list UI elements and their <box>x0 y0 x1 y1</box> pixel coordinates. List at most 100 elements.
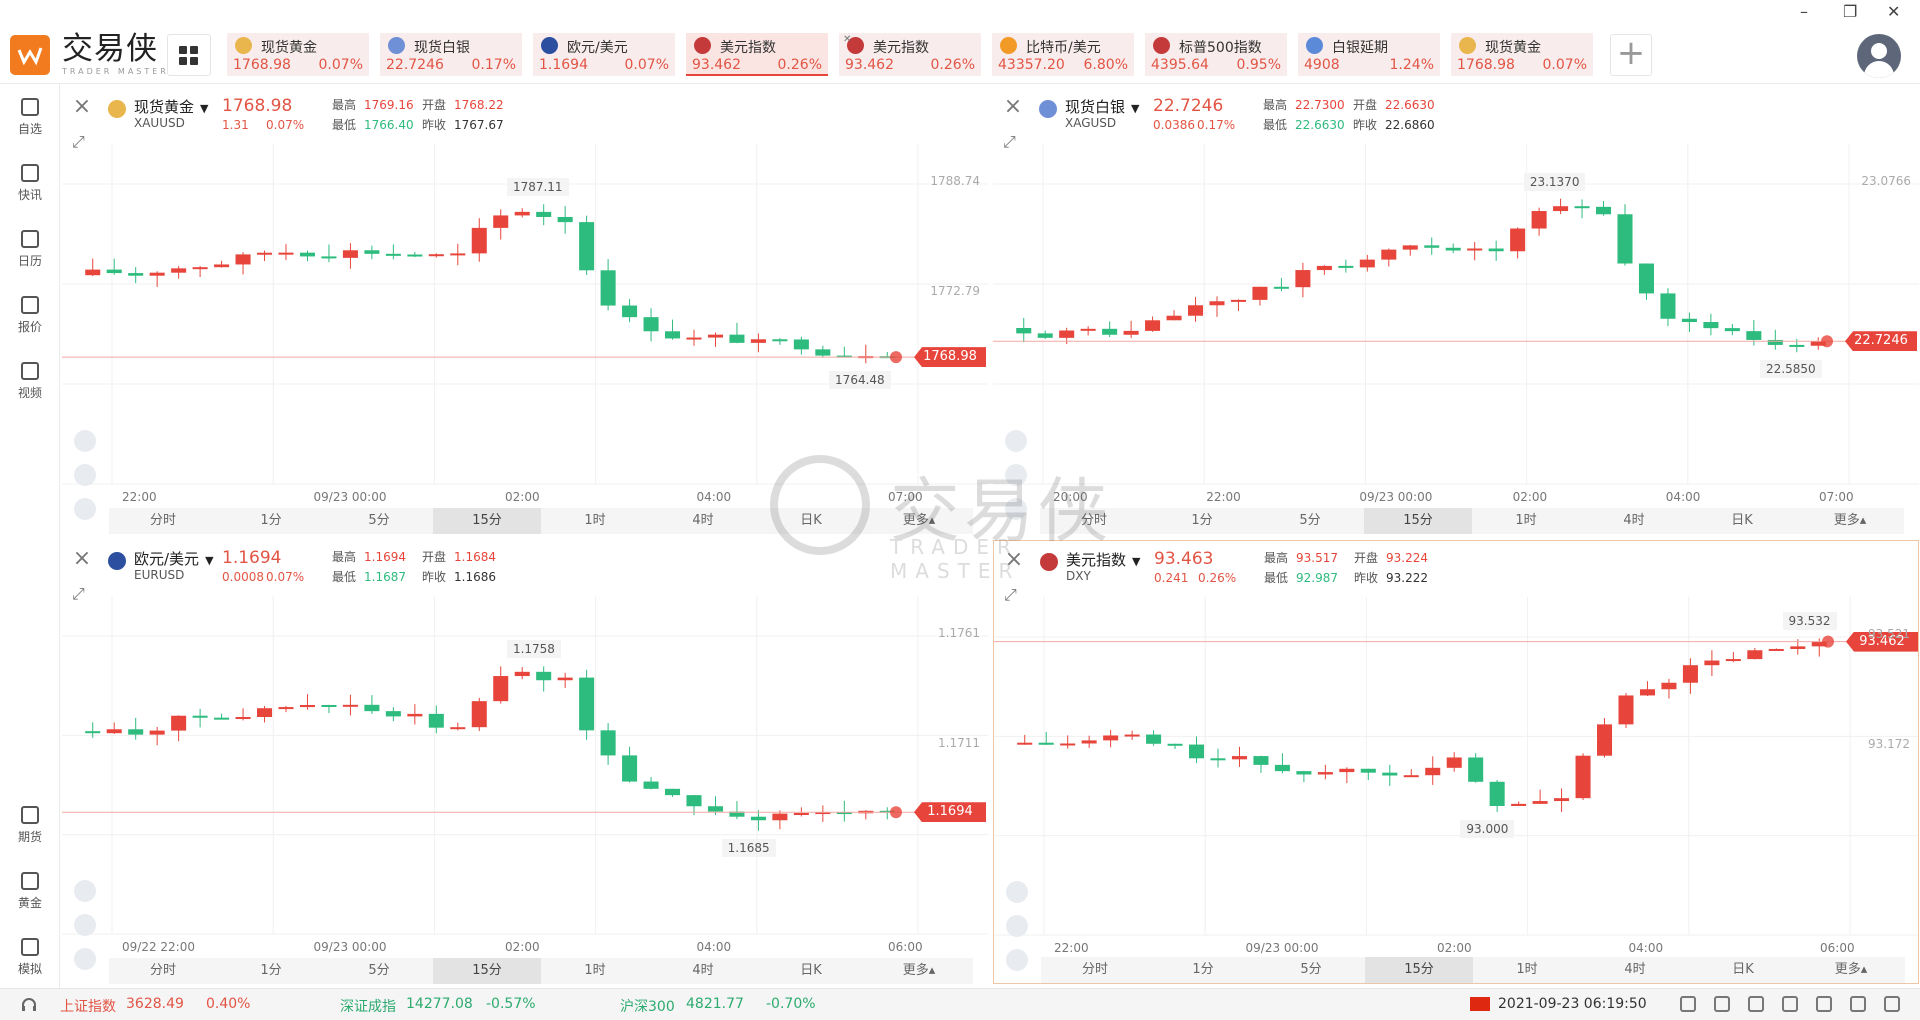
chart-type-icon[interactable] <box>74 948 96 970</box>
candlestick-chart[interactable] <box>994 541 1919 984</box>
timeframe-tab[interactable]: 4时 <box>649 958 757 984</box>
sidebar-item[interactable]: 期货 <box>0 806 60 845</box>
symbol-selector[interactable]: 现货黄金 ▼ <box>134 96 208 117</box>
timeframe-tab[interactable]: 15分 <box>1365 957 1473 983</box>
timeframe-tab[interactable]: 5分 <box>325 508 433 534</box>
index-name[interactable]: 深证成指 <box>340 996 396 1016</box>
timeframe-tab[interactable]: 15分 <box>1364 508 1472 534</box>
bell-icon[interactable] <box>1680 996 1696 1012</box>
candlestick-chart[interactable] <box>993 88 1919 534</box>
layout-grid-button[interactable] <box>167 34 211 76</box>
tools-icon[interactable] <box>1748 996 1764 1012</box>
timeframe-tab[interactable]: 分时 <box>1041 957 1149 983</box>
timeframe-tab[interactable]: 4时 <box>1580 508 1688 534</box>
sidebar-item[interactable]: 报价 <box>0 296 60 335</box>
ticker-card[interactable]: 标普500指数 4395.64 0.95% <box>1145 33 1287 76</box>
chart-type-icon[interactable] <box>1005 498 1027 520</box>
sidebar-item[interactable]: 日历 <box>0 230 60 269</box>
user-avatar[interactable] <box>1857 34 1901 78</box>
ticker-card[interactable]: 现货黄金 1768.98 0.07% <box>1451 33 1593 76</box>
timeframe-tab[interactable]: 5分 <box>1257 957 1365 983</box>
stat-high: 最高 93.517 <box>1264 549 1338 566</box>
draw-pen-icon[interactable] <box>74 914 96 936</box>
timeframe-tab[interactable]: 日K <box>757 958 865 984</box>
timeframe-tab[interactable]: 日K <box>1689 957 1797 983</box>
add-ticker-button[interactable]: + <box>1610 34 1652 76</box>
index-name[interactable]: 沪深300 <box>620 996 675 1016</box>
timeframe-tab[interactable]: 15分 <box>433 958 541 984</box>
chart-type-icon[interactable] <box>74 498 96 520</box>
symbol-selector[interactable]: 美元指数 ▼ <box>1066 549 1140 570</box>
close-button[interactable]: ✕ <box>1887 2 1900 21</box>
panel-expand-icon[interactable]: ⤢ <box>72 132 85 152</box>
list-icon[interactable] <box>1782 996 1798 1012</box>
ticker-card[interactable]: 比特币/美元 43357.20 6.80% <box>992 33 1134 76</box>
timeframe-tab[interactable]: 更多▴ <box>865 958 973 984</box>
timeframe-tab[interactable]: 5分 <box>1256 508 1364 534</box>
candlestick-chart[interactable] <box>62 540 988 984</box>
panel-expand-icon[interactable]: ⤢ <box>72 584 85 604</box>
minimize-button[interactable]: – <box>1800 2 1808 21</box>
timeframe-tab[interactable]: 1时 <box>1472 508 1580 534</box>
timeframe-tab[interactable]: 更多▴ <box>1797 957 1905 983</box>
headset-icon[interactable] <box>20 996 38 1018</box>
panel-close-icon[interactable]: × <box>72 96 92 118</box>
draw-pen-icon[interactable] <box>1006 915 1028 937</box>
timeframe-tab[interactable]: 15分 <box>433 508 541 534</box>
panel-close-icon[interactable]: × <box>1003 96 1023 118</box>
indicator-tool-icon[interactable] <box>74 880 96 902</box>
timeframe-tab[interactable]: 1时 <box>541 958 649 984</box>
timeframe-tab[interactable]: 分时 <box>109 958 217 984</box>
draw-pen-icon[interactable] <box>74 464 96 486</box>
symbol-selector[interactable]: 现货白银 ▼ <box>1065 96 1139 117</box>
timeframe-tab[interactable]: 4时 <box>1581 957 1689 983</box>
camera-icon[interactable] <box>1816 996 1832 1012</box>
timeframe-tab[interactable]: 更多▴ <box>1796 508 1904 534</box>
sidebar-item[interactable]: 黄金 <box>0 872 60 911</box>
indicator-tool-icon[interactable] <box>74 430 96 452</box>
indicator-tool-icon[interactable] <box>1005 430 1027 452</box>
draw-pen-icon[interactable] <box>1005 464 1027 486</box>
ticker-card[interactable]: 美元指数 93.462 0.26% <box>686 33 828 76</box>
timeframe-tab[interactable]: 更多▴ <box>865 508 973 534</box>
sidebar-item[interactable]: 自选 <box>0 98 60 137</box>
timeframe-tab[interactable]: 5分 <box>325 958 433 984</box>
chart-panel[interactable]: 22.7246 23.0766 23.1370 22.5850 20:00 22:00 09… <box>993 88 1919 534</box>
chart-panel[interactable]: 93.462 93.521 93.172 93.532 93.000 22:00 09/23… <box>993 540 1919 984</box>
panel-expand-icon[interactable]: ⤢ <box>1004 585 1017 605</box>
sidebar-item[interactable]: 模拟 <box>0 938 60 977</box>
panel-expand-icon[interactable]: ⤢ <box>1003 132 1016 152</box>
ticker-card[interactable]: 欧元/美元 1.1694 0.07% <box>533 33 675 76</box>
timeframe-tab[interactable]: 1分 <box>217 958 325 984</box>
timeframe-tab[interactable]: 分时 <box>1040 508 1148 534</box>
ticker-card[interactable]: 现货黄金 1768.98 0.07% <box>227 33 369 76</box>
chart-panel[interactable]: 1.1694 1.1761 1.1711 1.1758 1.1685 09/22 22:0… <box>62 540 988 984</box>
window-icon[interactable] <box>1714 996 1730 1012</box>
panel-close-icon[interactable]: × <box>1004 549 1024 571</box>
indicator-tool-icon[interactable] <box>1006 881 1028 903</box>
chart-panel[interactable]: 1768.98 1788.74 1772.79 1787.11 1764.48 22:00… <box>62 88 988 534</box>
mute-icon[interactable] <box>1850 996 1866 1012</box>
timeframe-tab[interactable]: 分时 <box>109 508 217 534</box>
panel-close-icon[interactable]: × <box>72 548 92 570</box>
ticker-card[interactable]: 现货白银 22.7246 0.17% <box>380 33 522 76</box>
timeframe-tab[interactable]: 1分 <box>217 508 325 534</box>
sidebar-item[interactable]: 视频 <box>0 362 60 401</box>
ticker-close-icon[interactable]: ✕ <box>843 34 851 45</box>
timeframe-tab[interactable]: 1分 <box>1148 508 1256 534</box>
timeframe-tab[interactable]: 4时 <box>649 508 757 534</box>
timeframe-tab[interactable]: 1时 <box>541 508 649 534</box>
index-name[interactable]: 上证指数 <box>60 996 116 1016</box>
timeframe-tab[interactable]: 1分 <box>1149 957 1257 983</box>
timeframe-tab[interactable]: 日K <box>757 508 865 534</box>
restore-button[interactable]: ❐ <box>1843 2 1857 21</box>
symbol-selector[interactable]: 欧元/美元 ▼ <box>134 548 214 569</box>
sidebar-item[interactable]: 快讯 <box>0 164 60 203</box>
settings-icon[interactable] <box>1884 996 1900 1012</box>
timeframe-tab[interactable]: 1时 <box>1473 957 1581 983</box>
candlestick-chart[interactable] <box>62 88 988 534</box>
chart-type-icon[interactable] <box>1006 949 1028 971</box>
timeframe-tab[interactable]: 日K <box>1688 508 1796 534</box>
ticker-card[interactable]: 白银延期 4908 1.24% <box>1298 33 1440 76</box>
ticker-card[interactable]: 美元指数 93.462 0.26% ✕ <box>839 33 981 76</box>
